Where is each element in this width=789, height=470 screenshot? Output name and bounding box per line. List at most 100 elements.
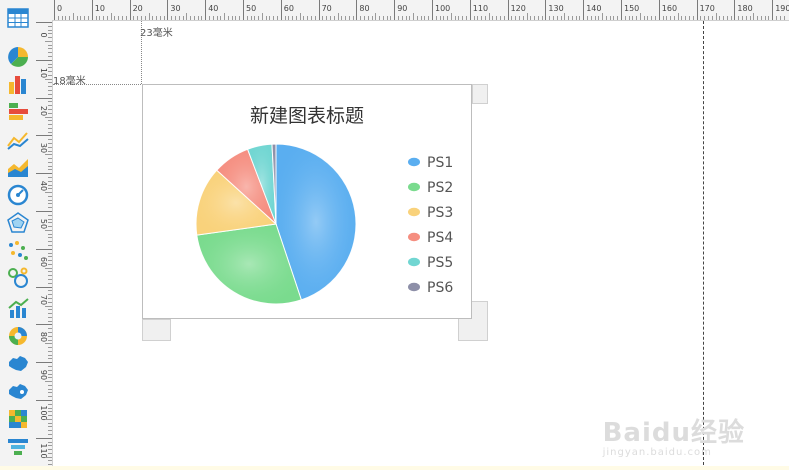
report-canvas[interactable]: 23毫米 18毫米 新建图表标题 PS1 PS2 PS3 PS4 PS5 PS6 Baid… — [53, 21, 789, 470]
ruler-minor-tick — [48, 176, 52, 178]
ruler-minor-tick — [288, 16, 290, 20]
map-chart-tool-button[interactable] — [6, 353, 30, 375]
bubble-chart-tool-button[interactable] — [6, 267, 30, 289]
ruler-minor-tick — [125, 16, 127, 20]
bar-chart-icon — [9, 103, 28, 120]
resize-handle-top-right[interactable] — [472, 84, 488, 104]
ruler-minor-tick — [48, 127, 52, 129]
ruler-minor-tick — [700, 16, 702, 20]
map-chart-alt-tool-button[interactable] — [6, 381, 30, 403]
pie-chart: PS1 PS2 PS3 PS4 PS5 PS6 — [195, 143, 453, 305]
area-chart-tool-button[interactable] — [6, 156, 30, 178]
ruler-top-label: 120 — [510, 4, 526, 13]
ruler-minor-tick — [76, 16, 78, 20]
pie-chart-widget[interactable]: 新建图表标题 PS1 PS2 PS3 PS4 PS5 PS6 — [142, 84, 472, 319]
ruler-major-tick — [167, 0, 169, 20]
ruler-minor-tick — [45, 192, 52, 194]
ruler-major-tick — [583, 0, 585, 20]
ruler-minor-tick — [48, 301, 52, 303]
ruler-minor-tick — [326, 16, 328, 20]
ruler-minor-tick — [515, 16, 517, 20]
ruler-minor-tick — [48, 297, 52, 299]
ruler-minor-tick — [360, 16, 362, 20]
ruler-minor-tick — [48, 335, 52, 337]
ruler-minor-tick — [738, 16, 740, 20]
ruler-minor-tick — [655, 16, 657, 20]
ruler-minor-tick — [48, 369, 52, 371]
scatter-chart-tool-button[interactable] — [6, 240, 30, 262]
china-map-alt-icon — [9, 384, 28, 399]
ruler-major-tick — [36, 437, 52, 439]
ruler-major-tick — [129, 0, 131, 20]
ruler-minor-tick — [481, 16, 483, 20]
ruler-minor-tick — [348, 16, 350, 20]
legend-item-ps4[interactable]: PS4 — [408, 230, 453, 246]
ruler-minor-tick — [48, 56, 52, 58]
ruler-minor-tick — [48, 158, 52, 160]
ruler-minor-tick — [435, 16, 437, 20]
ruler-minor-tick — [530, 16, 532, 20]
ruler-minor-tick — [473, 16, 475, 20]
heatmap-tool-button[interactable] — [6, 408, 30, 430]
ruler-minor-tick — [48, 373, 52, 375]
ruler-minor-tick — [48, 392, 52, 394]
ruler-minor-tick — [69, 16, 71, 20]
bar-chart-tool-button[interactable] — [6, 101, 30, 123]
ruler-minor-tick — [552, 16, 554, 20]
ruler-minor-tick — [636, 16, 638, 20]
ruler-minor-tick — [48, 384, 52, 386]
ruler-major-tick — [36, 286, 52, 288]
table-tool-button[interactable] — [6, 7, 30, 29]
ruler-minor-tick — [711, 16, 713, 20]
ruler-minor-tick — [48, 207, 52, 209]
radar-chart-tool-button[interactable] — [6, 212, 30, 234]
legend-item-ps3[interactable]: PS3 — [408, 205, 453, 221]
ruler-minor-tick — [106, 16, 108, 20]
ruler-major-tick — [54, 0, 55, 20]
column-chart-tool-button[interactable] — [6, 73, 30, 95]
ruler-minor-tick — [48, 241, 52, 243]
legend-item-ps2[interactable]: PS2 — [408, 180, 453, 196]
ruler-minor-tick — [768, 16, 770, 20]
ruler-minor-tick — [424, 16, 426, 20]
ruler-major-tick — [36, 97, 52, 99]
baidu-watermark: Baidu经验 jingyan.baidu.com — [603, 412, 745, 458]
ruler-minor-tick — [48, 52, 52, 54]
legend-item-ps6[interactable]: PS6 — [408, 280, 453, 296]
ruler-minor-tick — [760, 16, 762, 20]
gauge-chart-tool-button[interactable] — [6, 184, 30, 206]
ruler-minor-tick — [48, 48, 52, 50]
column-chart-icon — [9, 76, 26, 94]
ruler-minor-tick — [48, 309, 52, 311]
ruler-minor-tick — [48, 214, 52, 216]
ruler-major-tick — [658, 0, 660, 20]
ruler-minor-tick — [48, 124, 52, 126]
ruler-minor-tick — [48, 358, 52, 360]
ruler-minor-tick — [48, 218, 52, 220]
ruler-minor-tick — [48, 82, 52, 84]
ruler-minor-tick — [227, 16, 229, 20]
ruler-minor-tick — [503, 16, 505, 20]
ruler-major-tick — [696, 0, 698, 20]
ruler-major-tick — [734, 0, 736, 20]
ruler-minor-tick — [48, 169, 52, 171]
funnel-chart-tool-button[interactable] — [6, 437, 30, 459]
pie-chart-tool-button[interactable] — [6, 46, 30, 68]
ruler-major-tick — [36, 362, 52, 364]
legend-label: PS1 — [427, 155, 453, 171]
ruler-minor-tick — [122, 16, 124, 20]
ruler-major-tick — [36, 173, 52, 175]
ring-chart-tool-button[interactable] — [6, 325, 30, 347]
watermark-brand: Baidu经验 — [602, 418, 745, 448]
ruler-minor-tick — [511, 16, 513, 20]
resize-handle-bottom-left[interactable] — [142, 319, 171, 341]
combo-chart-tool-button[interactable] — [6, 297, 30, 319]
heatmap-icon — [9, 410, 27, 428]
line-chart-tool-button[interactable] — [6, 129, 30, 151]
legend-item-ps1[interactable]: PS1 — [408, 155, 453, 171]
ruler-minor-tick — [48, 271, 52, 273]
scatter-icon — [9, 241, 28, 260]
ruler-minor-tick — [647, 16, 649, 20]
ruler-minor-tick — [764, 16, 766, 20]
legend-item-ps5[interactable]: PS5 — [408, 255, 453, 271]
